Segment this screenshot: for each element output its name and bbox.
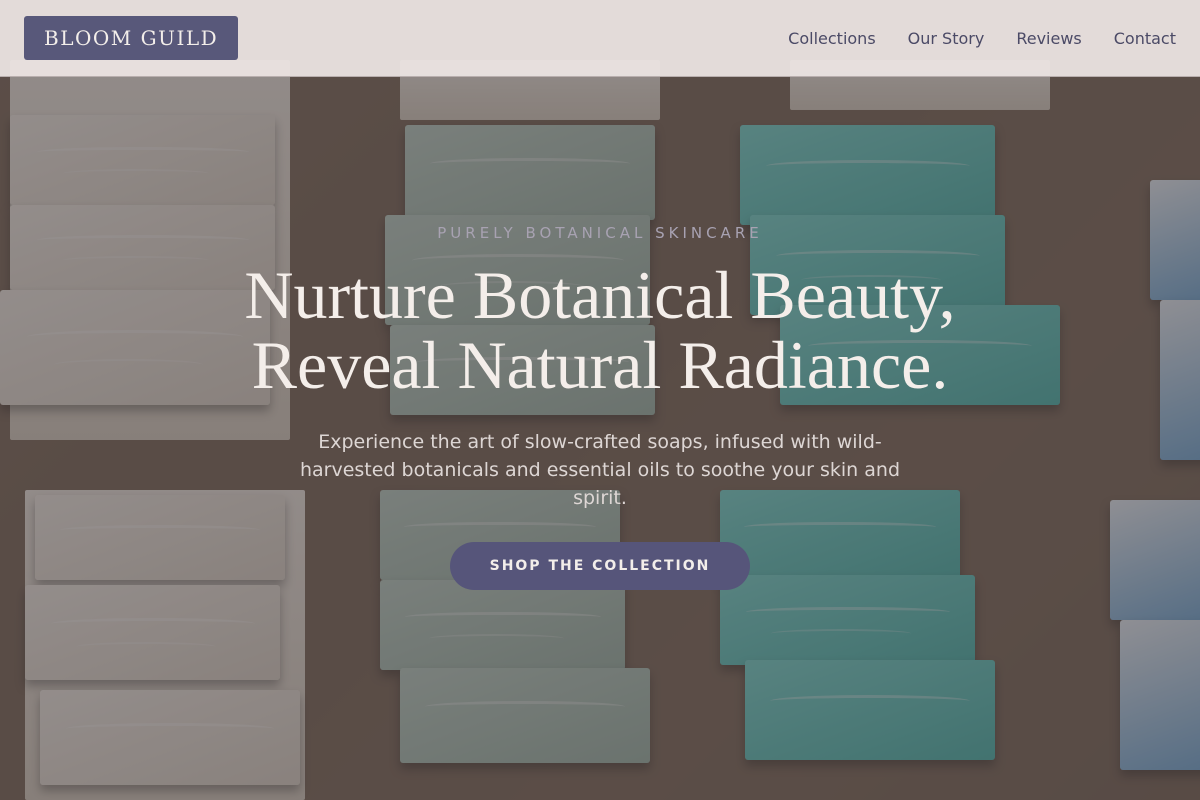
top-navigation: BLOOM GUILD Collections Our Story Review… — [0, 0, 1200, 77]
nav-link-contact[interactable]: Contact — [1114, 29, 1176, 48]
nav-link-reviews[interactable]: Reviews — [1016, 29, 1081, 48]
nav-links: Collections Our Story Reviews Contact — [788, 29, 1176, 48]
nav-link-collections[interactable]: Collections — [788, 29, 875, 48]
hero-section: PURELY BOTANICAL SKINCARE Nurture Botani… — [0, 200, 1200, 590]
hero-headline-line1: Nurture Botanical Beauty, — [244, 257, 956, 333]
brand-logo[interactable]: BLOOM GUILD — [24, 16, 239, 60]
nav-link-our-story[interactable]: Our Story — [908, 29, 985, 48]
hero-subtext: Experience the art of slow-crafted soaps… — [299, 431, 901, 509]
hero-eyebrow: PURELY BOTANICAL SKINCARE — [437, 224, 763, 242]
hero-headline-line2: Reveal Natural Radiance. — [251, 327, 949, 403]
hero-headline: Nurture Botanical Beauty, Reveal Natural… — [0, 260, 1200, 400]
shop-collection-button[interactable]: SHOP THE COLLECTION — [449, 542, 751, 590]
